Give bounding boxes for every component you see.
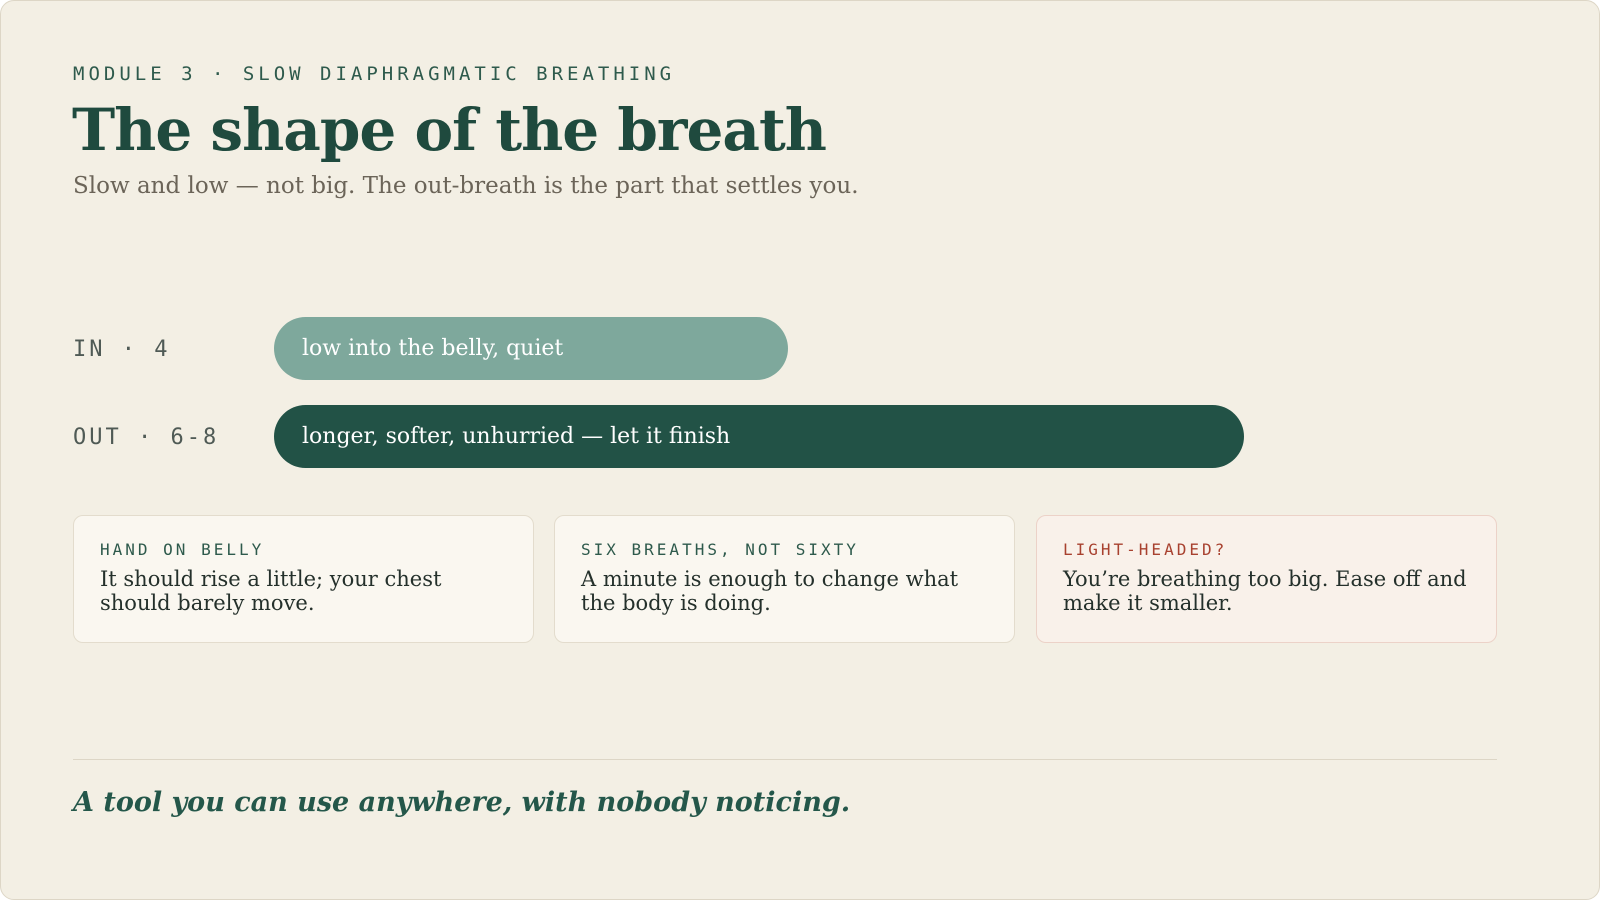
tip-card-text: You’re breathing too big. Ease off and m… xyxy=(1063,567,1467,615)
footer-divider xyxy=(73,759,1497,760)
slide: MODULE 3 · SLOW DIAPHRAGMATIC BREATHING … xyxy=(0,0,1600,900)
inhale-label: IN · 4 xyxy=(73,337,171,362)
tip-card-hand-on-belly: HAND ON BELLY It should rise a little; y… xyxy=(73,515,534,643)
tip-card-light-headed: LIGHT-HEADED? You’re breathing too big. … xyxy=(1036,515,1497,643)
inhale-bar: low into the belly, quiet xyxy=(274,317,788,380)
page-title: The shape of the breath xyxy=(72,96,827,164)
tip-card-kicker: SIX BREATHS, NOT SIXTY xyxy=(581,540,859,559)
exhale-bar-text: longer, softer, unhurried — let it finis… xyxy=(302,424,731,449)
tip-card-text: A minute is enough to change what the bo… xyxy=(581,567,959,615)
footer-tagline: A tool you can use anywhere, with nobody… xyxy=(73,787,851,818)
exhale-bar: longer, softer, unhurried — let it finis… xyxy=(274,405,1244,468)
tip-card-kicker: HAND ON BELLY xyxy=(100,540,265,559)
tip-card-six-breaths: SIX BREATHS, NOT SIXTY A minute is enoug… xyxy=(554,515,1015,643)
warning-card-kicker: LIGHT-HEADED? xyxy=(1063,540,1228,559)
module-eyebrow: MODULE 3 · SLOW DIAPHRAGMATIC BREATHING xyxy=(73,63,676,85)
inhale-bar-text: low into the belly, quiet xyxy=(302,336,564,361)
tip-card-text: It should rise a little; your chest shou… xyxy=(100,567,442,615)
exhale-label: OUT · 6-8 xyxy=(73,425,220,450)
page-subtitle: Slow and low — not big. The out-breath i… xyxy=(73,173,859,199)
